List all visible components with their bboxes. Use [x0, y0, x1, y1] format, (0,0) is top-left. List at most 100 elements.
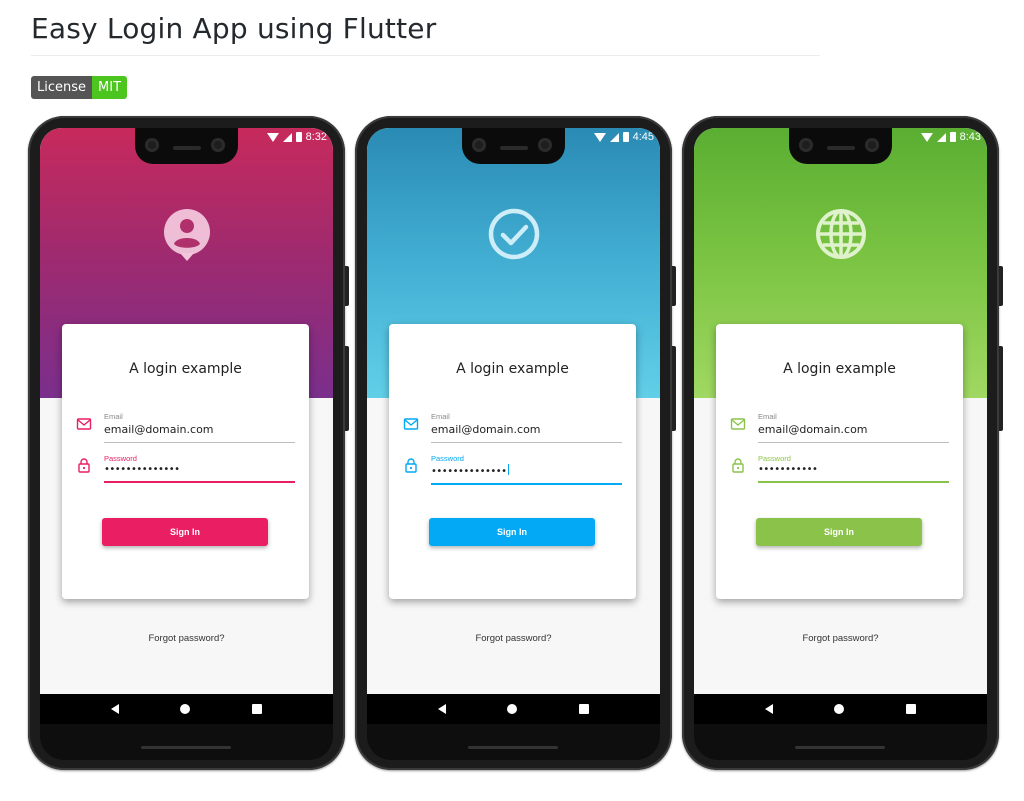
status-time: 8:43 [959, 131, 981, 143]
password-underline [431, 483, 622, 485]
sign-in-button[interactable]: Sign In [102, 518, 268, 546]
lock-icon [405, 458, 417, 473]
email-field[interactable]: Email email@domain.com [758, 412, 949, 443]
lock-icon [732, 458, 744, 473]
phone-screen: 4:45 A login example Email email@domain.… [367, 128, 660, 724]
volume-button [672, 266, 676, 306]
password-value: •••••••••••••• [104, 464, 180, 475]
email-field[interactable]: Email email@domain.com [104, 412, 295, 443]
status-bar: 4:45 [593, 131, 654, 143]
password-value: ••••••••••• [758, 464, 818, 475]
password-value-row: •••••••••••••• [431, 464, 622, 477]
camera-icon [865, 138, 879, 152]
phone-chin [694, 724, 987, 760]
phone-mockup-3: 8:43 A login example Email email@domain.… [682, 116, 1003, 770]
email-label: Email [758, 412, 777, 421]
card-title: A login example [783, 361, 896, 377]
battery-icon [949, 132, 956, 142]
email-underline [104, 442, 295, 443]
phone-chin [40, 724, 333, 760]
power-button [345, 346, 349, 431]
sign-in-button[interactable]: Sign In [756, 518, 922, 546]
password-label: Password [431, 454, 464, 463]
card-title: A login example [456, 361, 569, 377]
battery-icon [622, 132, 629, 142]
text-cursor [507, 464, 509, 475]
password-label: Password [104, 454, 137, 463]
home-icon[interactable] [180, 704, 191, 714]
camera-icon [799, 138, 813, 152]
sign-in-button[interactable]: Sign In [429, 518, 595, 546]
phone-chin [367, 724, 660, 760]
volume-button [999, 266, 1003, 306]
badge-value: MIT [92, 76, 128, 99]
email-label: Email [431, 412, 450, 421]
android-nav-bar [40, 694, 333, 724]
login-card: A login example Email email@domain.com P… [389, 324, 636, 599]
earpiece [173, 146, 201, 150]
status-time: 4:45 [632, 131, 654, 143]
forgot-password-link[interactable]: Forgot password? [40, 633, 333, 644]
phone-screen: 8:32 A login example Email email@domain.… [40, 128, 333, 724]
forgot-password-link[interactable]: Forgot password? [367, 633, 660, 644]
notch [135, 128, 238, 164]
status-time: 8:32 [305, 131, 327, 143]
battery-icon [295, 132, 302, 142]
signal-icon [936, 132, 946, 142]
earpiece [827, 146, 855, 150]
forgot-password-link[interactable]: Forgot password? [694, 633, 987, 644]
card-title: A login example [129, 361, 242, 377]
wifi-icon [593, 132, 606, 142]
phone-screen: 8:43 A login example Email email@domain.… [694, 128, 987, 724]
back-icon[interactable] [110, 704, 119, 714]
recents-icon[interactable] [252, 704, 263, 714]
camera-icon [538, 138, 552, 152]
login-card: A login example Email email@domain.com P… [62, 324, 309, 599]
home-icon[interactable] [507, 704, 518, 714]
status-bar: 8:43 [920, 131, 981, 143]
camera-icon [211, 138, 225, 152]
password-field[interactable]: Password ••••••••••• [758, 454, 949, 483]
email-value: email@domain.com [104, 423, 214, 436]
back-icon[interactable] [437, 704, 446, 714]
wifi-icon [266, 132, 279, 142]
phone-mockup-1: 8:32 A login example Email email@domain.… [28, 116, 349, 770]
login-card: A login example Email email@domain.com P… [716, 324, 963, 599]
recents-icon[interactable] [906, 704, 917, 714]
status-bar: 8:32 [266, 131, 327, 143]
badge-label: License [31, 76, 93, 99]
back-icon[interactable] [764, 704, 773, 714]
mail-icon [76, 418, 92, 430]
wifi-icon [920, 132, 933, 142]
volume-button [345, 266, 349, 306]
recents-icon[interactable] [579, 704, 590, 714]
email-value: email@domain.com [431, 423, 541, 436]
camera-icon [472, 138, 486, 152]
earpiece [500, 146, 528, 150]
page-title: Easy Login App using Flutter [31, 12, 437, 45]
home-icon[interactable] [834, 704, 845, 714]
camera-icon [145, 138, 159, 152]
android-nav-bar [694, 694, 987, 724]
mail-icon [730, 418, 746, 430]
email-value: email@domain.com [758, 423, 868, 436]
phone-mockup-2: 4:45 A login example Email email@domain.… [355, 116, 676, 770]
speaker-grille [141, 746, 231, 749]
email-label: Email [104, 412, 123, 421]
title-divider [31, 55, 820, 56]
license-badge[interactable]: License MIT [31, 76, 128, 99]
password-field[interactable]: Password •••••••••••••• [431, 454, 622, 485]
password-underline [758, 481, 949, 483]
signal-icon [609, 132, 619, 142]
email-field[interactable]: Email email@domain.com [431, 412, 622, 443]
password-underline [104, 481, 295, 483]
mail-icon [403, 418, 419, 430]
lock-icon [78, 458, 90, 473]
password-field[interactable]: Password •••••••••••••• [104, 454, 295, 483]
password-value: •••••••••••••• [431, 466, 507, 477]
power-button [672, 346, 676, 431]
notch [462, 128, 565, 164]
email-underline [758, 442, 949, 443]
power-button [999, 346, 1003, 431]
signal-icon [282, 132, 292, 142]
